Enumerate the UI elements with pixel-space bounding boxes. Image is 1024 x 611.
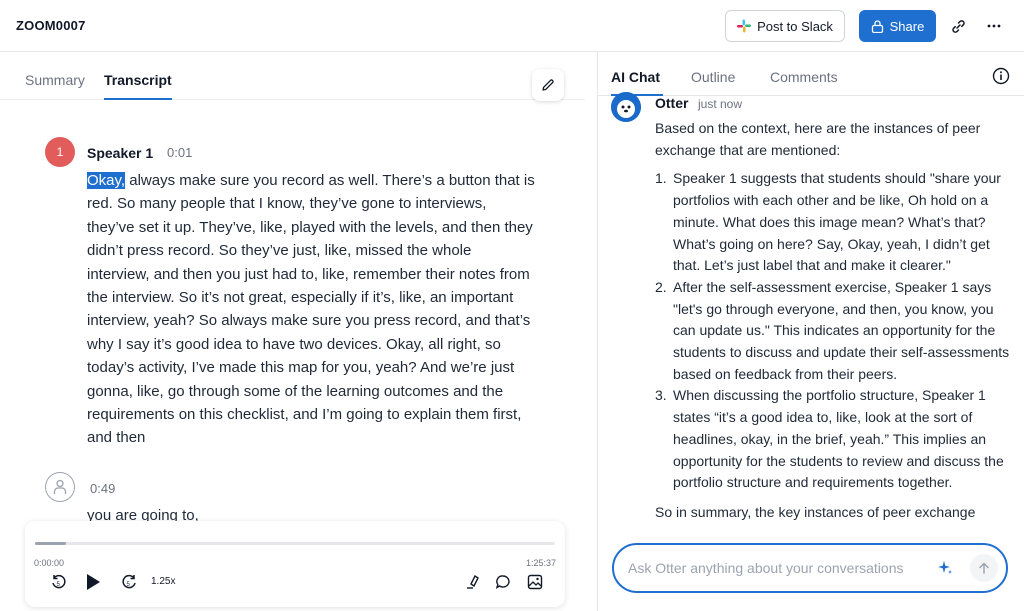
share-label: Share [889, 18, 925, 34]
highlight-button[interactable] [463, 572, 483, 592]
chat-list: 1. Speaker 1 suggests that students shoul… [655, 168, 1010, 494]
comment-button[interactable] [493, 572, 513, 592]
slack-icon [737, 19, 752, 33]
segment-timestamp[interactable]: 0:49 [90, 481, 115, 496]
chat-input-box[interactable] [612, 543, 1008, 593]
list-item-text: When discussing the portfolio structure,… [673, 387, 1004, 491]
share-button[interactable]: Share [859, 10, 936, 42]
top-bar: ZOOM0007 Post to Slack Share [0, 0, 1024, 52]
transcript-panel: Summary Transcript 1 Speaker 1 0:01 Okay… [0, 52, 597, 611]
otter-logo-icon [611, 92, 641, 122]
list-item-text: Speaker 1 suggests that students should … [673, 170, 1001, 274]
info-icon[interactable] [992, 67, 1010, 85]
current-time: 0:00:00 [34, 558, 65, 568]
tab-comments[interactable]: Comments [770, 69, 838, 85]
chat-message: Based on the context, here are the insta… [655, 118, 1010, 524]
lock-icon [871, 19, 883, 33]
post-to-slack-label: Post to Slack [757, 18, 833, 34]
ai-chat-panel: AI Chat Outline Comments Otter just now … [598, 52, 1024, 611]
send-button[interactable] [970, 554, 998, 582]
play-button[interactable] [83, 572, 103, 592]
comment-icon [495, 575, 510, 589]
list-item-text: After the self-assessment exercise, Spea… [673, 278, 1010, 382]
tab-summary[interactable]: Summary [25, 72, 85, 88]
tab-transcript[interactable]: Transcript [104, 72, 172, 88]
speaker-avatar[interactable]: 1 [45, 137, 75, 167]
right-tabs: AI Chat Outline Comments [598, 52, 1024, 96]
list-item: 2. After the self-assessment exercise, Sp… [655, 277, 1010, 386]
document-title: ZOOM0007 [16, 18, 86, 33]
list-item: 3. When discussing the portfolio structur… [655, 385, 1010, 494]
tab-ai-chat[interactable]: AI Chat [611, 69, 660, 85]
image-icon [527, 574, 543, 590]
more-options-button[interactable] [984, 16, 1004, 36]
pencil-icon [542, 79, 554, 91]
list-item: 1. Speaker 1 suggests that students shoul… [655, 168, 1010, 277]
total-time: 1:25:37 [525, 558, 556, 568]
arrow-up-icon [979, 562, 989, 574]
left-tabs: Summary Transcript [0, 52, 585, 100]
tab-underline [104, 98, 172, 100]
chat-summary: So in summary, the key instances of peer… [655, 503, 976, 520]
play-icon [87, 574, 100, 590]
otter-avatar [611, 92, 641, 122]
more-icon [987, 24, 1001, 28]
list-number: 2. [655, 278, 667, 295]
chat-author: Otter [655, 95, 689, 111]
rewind-icon: 5 [52, 574, 66, 589]
list-number: 3. [655, 387, 667, 404]
chat-intro: Based on the context, here are the insta… [655, 120, 981, 158]
progress-bar[interactable] [35, 542, 555, 545]
segment-timestamp[interactable]: 0:01 [167, 145, 192, 160]
rewind-button[interactable]: 5 [49, 572, 69, 592]
unknown-speaker-avatar[interactable] [45, 472, 75, 502]
edit-transcript-button[interactable] [532, 69, 564, 101]
transcript-body[interactable]: always make sure you record as well. The… [87, 172, 535, 446]
copy-link-button[interactable] [948, 16, 968, 36]
image-button[interactable] [525, 572, 545, 592]
forward-icon: 5 [122, 574, 136, 589]
progress-fill [35, 542, 67, 545]
highlighted-word[interactable]: Okay, [87, 172, 126, 189]
sparkle-icon[interactable] [936, 559, 954, 577]
playback-speed[interactable]: 1.25x [151, 576, 175, 587]
chat-timestamp: just now [698, 97, 743, 111]
user-icon [53, 479, 67, 494]
forward-button[interactable]: 5 [119, 572, 139, 592]
list-number: 1. [655, 170, 667, 187]
chat-input[interactable] [628, 557, 928, 579]
speaker-name[interactable]: Speaker 1 [87, 145, 153, 161]
link-icon [951, 19, 965, 33]
highlighter-icon [467, 574, 479, 589]
audio-player: 0:00:00 1:25:37 5 5 1.25x [25, 521, 565, 607]
transcript-text[interactable]: Okay, always make sure you record as wel… [87, 169, 537, 450]
post-to-slack-button[interactable]: Post to Slack [725, 10, 845, 42]
tab-outline[interactable]: Outline [691, 69, 735, 85]
